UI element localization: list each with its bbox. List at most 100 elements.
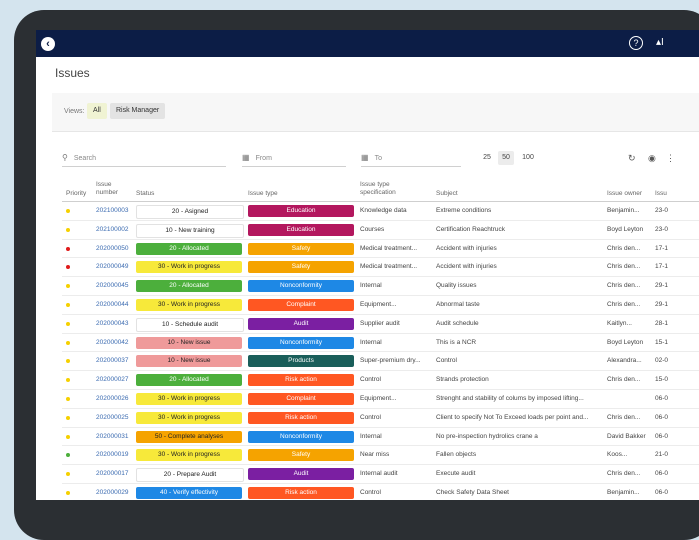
col-issue-number[interactable]: Issue number (96, 181, 130, 197)
issue-owner: Kaitlyn... (607, 319, 632, 327)
page-size-25[interactable]: 25 (480, 151, 494, 165)
table-row[interactable]: 202000043 10 - Schedule audit Audit Supplie… (62, 315, 699, 334)
issue-owner: Koos... (607, 451, 628, 459)
priority-dot (66, 265, 70, 270)
issue-number-link[interactable]: 202000043 (96, 320, 129, 328)
subject: This is a NCR (436, 338, 477, 346)
table-row[interactable]: 202000037 10 - New issue Products Super-pre… (62, 352, 699, 372)
priority-dot (66, 209, 70, 213)
status-badge: 10 - Schedule audit (136, 317, 244, 332)
col-issue-date[interactable]: Issu (655, 190, 667, 198)
views-panel: Views: All Risk Manager (52, 93, 699, 132)
issue-type-spec: Knowledge data (360, 207, 407, 214)
issue-number-link[interactable]: 202000042 (96, 339, 129, 347)
page-title: Issues (55, 66, 90, 80)
table-row[interactable]: 202100002 10 - New training Education Cours… (62, 221, 699, 240)
issue-type-spec: Control (360, 413, 381, 421)
back-arrow-icon[interactable]: ‹ (41, 37, 55, 51)
subject: Strenght and stability of colums by impo… (436, 394, 584, 402)
issue-date: 17-1 (655, 263, 669, 271)
priority-dot (66, 378, 70, 383)
table-row[interactable]: 202000025 30 - Work in progress Risk actio… (62, 409, 699, 428)
issue-date: 29-1 (655, 300, 669, 308)
issue-number-link[interactable]: 202000044 (96, 301, 129, 309)
issue-type-badge: Safety (248, 242, 354, 255)
search-icon: ⚲ (62, 153, 68, 162)
col-status[interactable]: Status (136, 190, 154, 198)
issue-date: 23-0 (655, 207, 669, 214)
table-row[interactable]: 202000045 20 - Allocated Nonconformity Inte… (62, 277, 699, 296)
subject: No pre-inspection hydrolics crane a (436, 432, 538, 440)
issue-number-link[interactable]: 202000049 (96, 263, 129, 271)
calendar-icon: ▦ (242, 153, 250, 162)
table-row[interactable]: 202000042 10 - New issue Nonconformity Inte… (62, 334, 699, 353)
table-row[interactable]: 202000031 50 - Complete analyses Nonconfor… (62, 428, 699, 447)
status-badge: 30 - Work in progress (136, 298, 242, 311)
issue-type-badge: Nonconformity (248, 336, 354, 349)
more-icon[interactable]: ⋮ (666, 153, 675, 164)
issue-type-badge: Complaint (248, 392, 354, 405)
user-icon[interactable]: ▴I (656, 36, 664, 50)
calendar-icon: ▦ (361, 153, 369, 162)
page-size-50[interactable]: 50 (498, 151, 514, 165)
issue-number-link[interactable]: 202100002 (96, 226, 129, 234)
table-row[interactable]: 202000027 20 - Allocated Risk action Contro… (62, 371, 699, 390)
table-row[interactable]: 202000049 30 - Work in progress Safety Medi… (62, 258, 699, 278)
view-chip-all[interactable]: All (87, 103, 107, 119)
issue-number-link[interactable]: 202000019 (96, 451, 129, 459)
issue-number-link[interactable]: 202000027 (96, 376, 129, 384)
table-header: Priority Issue number Status Issue type … (62, 178, 699, 202)
issues-table: Priority Issue number Status Issue type … (62, 178, 699, 500)
col-subject[interactable]: Subject (436, 190, 458, 198)
issue-number-link[interactable]: 202000050 (96, 245, 129, 253)
status-badge: 30 - Work in progress (136, 261, 242, 274)
issue-number-link[interactable]: 202000045 (96, 282, 129, 290)
col-issue-type[interactable]: Issue type (248, 190, 278, 198)
issue-type-badge: Safety (248, 261, 354, 274)
table-row[interactable]: 202000019 30 - Work in progress Safety Near… (62, 446, 699, 466)
status-badge: 10 - New issue (136, 355, 242, 368)
issue-number-link[interactable]: 202000031 (96, 433, 129, 441)
subject: Quality issues (436, 282, 477, 290)
priority-dot (66, 359, 70, 364)
issue-number-link[interactable]: 202000029 (96, 489, 129, 497)
col-issue-type-spec[interactable]: Issue type specification (360, 181, 420, 197)
page-size-100[interactable]: 100 (520, 151, 536, 165)
subject: Check Safety Data Sheet (436, 488, 509, 496)
issue-owner: Boyd Leyton (607, 225, 644, 233)
priority-dot (66, 490, 70, 495)
table-row[interactable]: 202000026 30 - Work in progress Complaint E… (62, 390, 699, 409)
database-icon[interactable]: ◉ (648, 153, 656, 164)
search-input[interactable]: ⚲ Search (62, 150, 226, 167)
issue-type-spec: Medical treatment... (360, 244, 418, 252)
priority-dot (66, 284, 70, 289)
table-row[interactable]: 202000044 30 - Work in progress Complaint E… (62, 296, 699, 315)
issue-type-spec: Supplier audit (360, 319, 400, 327)
issue-number-link[interactable]: 202000026 (96, 395, 129, 403)
help-circle-icon[interactable]: ? (629, 36, 643, 50)
to-date-input[interactable]: ▦ To (361, 150, 461, 167)
table-row[interactable]: 202000017 20 - Prepare Audit Audit Internal… (62, 465, 699, 484)
refresh-icon[interactable]: ↻ (628, 153, 636, 164)
issue-number-link[interactable]: 202000017 (96, 470, 129, 478)
col-issue-owner[interactable]: Issue owner (607, 190, 642, 198)
from-date-input[interactable]: ▦ From (242, 150, 346, 167)
issue-type-badge: Nonconformity (248, 280, 354, 293)
to-placeholder: To (374, 155, 382, 162)
issue-date: 23-0 (655, 225, 669, 233)
issue-owner: Chris den... (607, 282, 641, 290)
issue-number-link[interactable]: 202000025 (96, 414, 129, 422)
priority-dot (66, 302, 70, 307)
table-row[interactable]: 202100003 20 - Asigned Education Knowledge … (62, 202, 699, 221)
col-priority[interactable]: Priority (66, 190, 86, 198)
issue-number-link[interactable]: 202000037 (96, 357, 129, 365)
issue-number-link[interactable]: 202100003 (96, 207, 129, 215)
from-placeholder: From (255, 155, 272, 162)
view-chip-risk-manager[interactable]: Risk Manager (110, 103, 166, 119)
priority-dot (66, 415, 70, 420)
status-badge: 30 - Work in progress (136, 411, 242, 424)
table-row[interactable]: 202000050 20 - Allocated Safety Medical tre… (62, 240, 699, 259)
issue-type-badge: Audit (248, 317, 354, 330)
table-row[interactable]: 202000029 40 - Verify effectivity Risk act… (62, 484, 699, 500)
status-badge: 20 - Asigned (136, 205, 244, 219)
